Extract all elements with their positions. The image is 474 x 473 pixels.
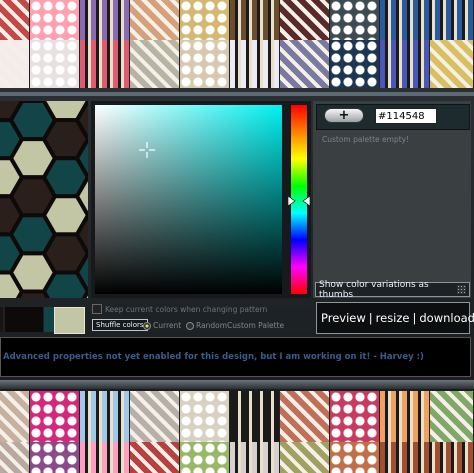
radio-random[interactable]	[186, 321, 194, 330]
show-variations-button[interactable]: Show color variations as thumbs	[315, 279, 470, 300]
pattern-thumbnail[interactable]	[30, 40, 80, 88]
saturation-value-square[interactable]	[95, 105, 282, 294]
pattern-thumbnail[interactable]	[230, 442, 280, 473]
pattern-thumbnail[interactable]	[30, 391, 80, 442]
editor-top-border	[0, 92, 474, 96]
keep-colors-label: Keep current colors when changing patter…	[105, 304, 268, 314]
pattern-thumbnail[interactable]	[80, 391, 130, 442]
pattern-thumbnail[interactable]	[80, 442, 130, 473]
thumbnail-row-2	[0, 40, 474, 88]
color-swatch[interactable]	[5, 307, 43, 332]
hue-slider[interactable]	[291, 105, 307, 294]
pattern-thumbnail[interactable]	[330, 40, 380, 88]
pattern-thumbnail[interactable]	[280, 442, 330, 473]
pattern-thumbnail[interactable]	[30, 0, 80, 40]
pattern-thumbnail[interactable]	[430, 391, 474, 442]
pattern-thumbnail[interactable]	[80, 40, 130, 88]
pattern-thumbnail[interactable]	[130, 442, 180, 473]
pattern-thumbnail[interactable]	[280, 0, 330, 40]
pattern-thumbnail[interactable]	[430, 40, 474, 88]
palette-empty-text: Custom palette empty!	[322, 135, 410, 144]
thumbnail-row-3	[0, 391, 474, 442]
radio-current-label: Current	[153, 321, 182, 330]
color-swatch[interactable]	[0, 307, 3, 332]
add-color-button[interactable]: +	[324, 108, 364, 123]
radio-random-option[interactable]: RandomCustom Palette	[186, 321, 284, 330]
palette-panel	[313, 101, 471, 298]
pattern-thumbnail[interactable]	[180, 0, 230, 40]
pattern-thumbnail[interactable]	[130, 40, 180, 88]
pattern-thumbnail[interactable]	[180, 40, 230, 88]
pattern-thumbnail[interactable]	[280, 391, 330, 442]
pattern-thumbnail[interactable]	[380, 0, 474, 40]
pattern-thumbnail[interactable]	[330, 0, 380, 40]
advanced-properties-message: Advanced properties not yet enabled for …	[0, 337, 471, 377]
separator: |	[368, 311, 373, 325]
grid-icon	[457, 285, 466, 294]
pattern-thumbnail[interactable]	[280, 40, 330, 88]
pattern-thumbnail[interactable]	[230, 0, 280, 40]
separator: |	[412, 311, 417, 325]
thumbnail-row-4	[0, 442, 474, 473]
pattern-thumbnail[interactable]	[130, 0, 180, 40]
pattern-thumbnail[interactable]	[230, 40, 280, 88]
pattern-thumbnail[interactable]	[0, 40, 30, 88]
editor-bottom-border	[0, 380, 474, 389]
color-swatch[interactable]	[54, 307, 85, 334]
hex-color-input[interactable]	[375, 108, 437, 124]
pattern-thumbnail[interactable]	[0, 0, 30, 40]
radio-current-option[interactable]: Current	[143, 321, 181, 330]
pattern-thumbnail[interactable]	[330, 442, 380, 473]
radio-current[interactable]	[143, 321, 151, 330]
pattern-preview	[0, 101, 88, 298]
hexagon-pattern	[0, 101, 88, 298]
resize-link[interactable]: resize	[376, 311, 410, 325]
keep-colors-option[interactable]: Keep current colors when changing patter…	[92, 304, 267, 314]
show-variations-label: Show color variations as thumbs	[319, 279, 429, 300]
pattern-thumbnail[interactable]	[80, 0, 130, 40]
download-link[interactable]: download	[419, 311, 474, 325]
shuffle-colors-button[interactable]: Shuffle colors	[92, 319, 148, 331]
keep-colors-checkbox[interactable]	[92, 304, 102, 314]
pattern-thumbnail[interactable]	[0, 391, 30, 442]
pattern-thumbnail[interactable]	[130, 391, 180, 442]
preview-link[interactable]: Preview	[321, 311, 366, 325]
pattern-thumbnail[interactable]	[30, 442, 80, 473]
preview-actions: Preview | resize | download	[316, 302, 474, 334]
pattern-thumbnail[interactable]	[380, 391, 430, 442]
pattern-thumbnail[interactable]	[330, 391, 380, 442]
pattern-thumbnail[interactable]	[380, 442, 474, 473]
pattern-thumbnail[interactable]	[380, 40, 430, 88]
pattern-thumbnail[interactable]	[230, 391, 280, 442]
pattern-thumbnail[interactable]	[180, 442, 230, 473]
pattern-thumbnail[interactable]	[0, 442, 30, 473]
pattern-thumbnail[interactable]	[180, 391, 230, 442]
radio-random-label: RandomCustom Palette	[196, 321, 285, 330]
color-swatch[interactable]	[44, 307, 54, 332]
advanced-message-text: Advanced properties not yet enabled for …	[3, 352, 424, 362]
thumbnail-row-1	[0, 0, 474, 40]
